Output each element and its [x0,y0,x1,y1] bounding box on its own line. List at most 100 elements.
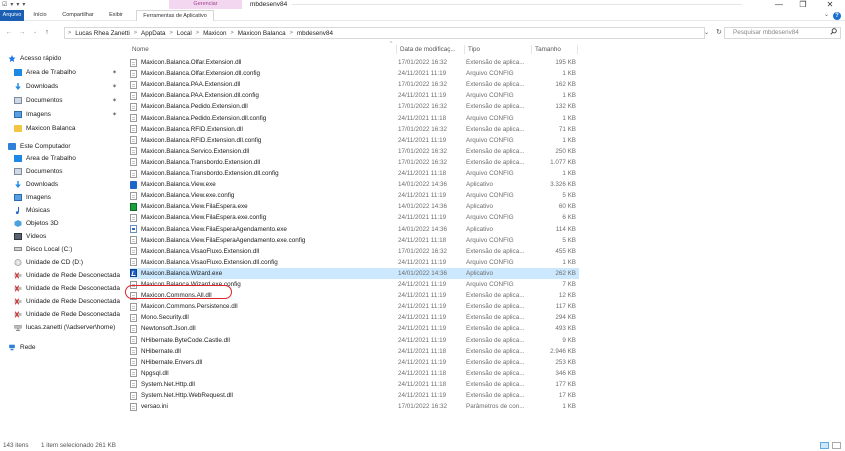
nav-item-videos[interactable]: Vídeos [14,230,122,242]
breadcrumb-item[interactable]: Local [174,30,195,37]
nav-este-computador[interactable]: Este Computador [8,140,122,152]
file-row[interactable]: Mono.Security.dll 24/11/2021 11:19 Extensã… [130,312,579,323]
file-row[interactable]: Maxicon.Balanca.Wizard.exe 14/01/2022 14:… [130,267,579,279]
nav-item-rede-desconectada-2[interactable]: Unidade de Rede Desconectada [14,282,122,294]
file-row[interactable]: Maxicon.Balanca.Wizard.exe.config 24/11/2… [130,279,579,290]
tab-inicio[interactable]: Início [30,10,50,21]
file-row[interactable]: Maxicon.Balanca.VisaoFluxo.Extension.dll… [130,257,579,268]
file-row[interactable]: Maxicon.Balanca.VisaoFluxo.Extension.dll… [130,246,579,257]
tab-ferramentas-aplicativo[interactable]: Ferramentas de Aplicativo [136,10,214,21]
nav-item-lucas-zanetti-home[interactable]: lucas.zanetti (\\adserver\home) [14,321,122,333]
nav-item-area-de-trabalho[interactable]: Área de Trabalho ✶ [14,66,122,78]
file-row[interactable]: Newtonsoft.Json.dll 24/11/2021 11:19 Exten… [130,323,579,334]
file-row[interactable]: Maxicon.Balanca.PAA.Extension.dll 17/01/2… [130,79,579,90]
nav-item-disco-local[interactable]: Disco Local (C:) [14,243,122,255]
forward-button[interactable]: → [17,26,27,40]
nav-item-rede-desconectada-1[interactable]: Unidade de Rede Desconectada [14,269,122,281]
address-dropdown-icon[interactable]: ⌄ [704,27,709,39]
nav-item-rede-desconectada-3[interactable]: Unidade de Rede Desconectada [14,295,122,307]
file-row[interactable]: Maxicon.Balanca.PAA.Extension.dll.config… [130,90,579,101]
file-row[interactable]: Maxicon.Balanca.View.FilaEsperaAgendamen… [130,235,579,246]
file-row[interactable]: NHibernate.dll 24/11/2021 11:18 Extensão d… [130,346,579,357]
file-type: Parâmetros de con... [466,403,525,411]
pin-icon[interactable]: ✶ [112,97,117,104]
nav-item-objetos-3d[interactable]: Objetos 3D [14,217,122,229]
file-row[interactable]: Maxicon.Balanca.Olfar.Extension.dll 17/01… [130,57,579,68]
file-row[interactable]: Maxicon.Commons.Persistence.dll 24/11/202… [130,301,579,312]
file-row[interactable]: Maxicon.Balanca.View.FilaEspera.exe 14/01… [130,201,579,212]
nav-item-musicas[interactable]: Músicas [14,204,122,216]
nav-rede[interactable]: Rede [8,341,122,353]
pin-icon[interactable]: ✶ [112,69,117,76]
chevron-down-icon[interactable]: ▾ [16,1,19,8]
nav-item-downloads[interactable]: Downloads [14,178,122,190]
search-icon[interactable] [830,28,837,39]
file-row[interactable]: Maxicon.Balanca.Olfar.Extension.dll.conf… [130,68,579,79]
file-row[interactable]: System.Net.Http.dll 24/11/2021 11:18 Exten… [130,379,579,390]
refresh-icon[interactable]: ↻ [716,27,722,39]
pin-icon[interactable]: ✶ [112,83,117,90]
file-row[interactable]: Maxicon.Balanca.Pedido.Extension.dll.con… [130,113,579,124]
network-drive-disconnected-icon [14,297,22,305]
nav-item-downloads[interactable]: Downloads ✶ [14,80,122,92]
drive-icon [14,247,22,251]
nav-quick-access[interactable]: Acesso rápido [8,52,122,64]
nav-item-documentos[interactable]: Documentos [14,165,122,177]
column-header-size[interactable]: Tamanho [533,44,577,55]
file-row[interactable]: Maxicon.Balanca.Transbordo.Extension.dll… [130,157,579,168]
file-row[interactable]: Maxicon.Balanca.Servico.Extension.dll 17/… [130,146,579,157]
ribbon-expand-icon[interactable]: ⌄ [824,11,829,18]
file-row[interactable]: NHibernate.ByteCode.Castle.dll 24/11/2021… [130,335,579,346]
file-date: 24/11/2021 11:19 [398,192,447,200]
back-button[interactable]: ← [4,26,14,40]
nav-item-rede-desconectada-4[interactable]: Unidade de Rede Desconectada [14,308,122,320]
help-icon[interactable]: ? [833,12,841,20]
file-row[interactable]: Maxicon.Balanca.View.exe.config 24/11/202… [130,190,579,201]
breadcrumb-current[interactable]: mbdesenv84 [294,30,336,37]
tab-compartilhar[interactable]: Compartilhar [57,10,99,21]
large-icons-view-icon[interactable] [832,442,841,449]
file-row[interactable]: Maxicon.Balanca.View.exe 14/01/2022 14:36… [130,179,579,190]
file-row[interactable]: Npgsql.dll 24/11/2021 11:18 Extensão de ap… [130,368,579,379]
column-divider[interactable] [396,45,397,54]
file-icon [130,247,137,256]
nav-item-maxicon-balanca[interactable]: Maxicon Balanca [14,122,122,134]
recent-locations-button[interactable]: ⌄ [30,26,40,40]
breadcrumb-item[interactable]: Lucas Rhea Zanetti [72,30,133,37]
column-divider[interactable] [531,45,532,54]
tab-arquivo[interactable]: Arquivo [0,10,24,21]
breadcrumb-item[interactable]: Maxicon Balanca [235,30,289,37]
breadcrumb-item[interactable]: Maxicon [200,30,229,37]
nav-item-area-de-trabalho[interactable]: Área de Trabalho [14,152,122,164]
details-view-icon[interactable] [820,442,829,449]
search-input[interactable]: Pesquisar mbdesenv84 [724,27,841,39]
column-divider[interactable] [577,45,578,54]
file-row[interactable]: Maxicon.Balanca.Pedido.Extension.dll 17/0… [130,101,579,112]
column-header-date[interactable]: Data de modificaç... [398,44,464,55]
file-row[interactable]: Maxicon.Commons.All.dll 24/11/2021 11:19 E… [130,290,579,301]
file-row[interactable]: Maxicon.Balanca.RFID.Extension.dll.confi… [130,135,579,146]
file-row[interactable]: Maxicon.Balanca.View.FilaEsperaAgendamen… [130,224,579,235]
chevron-down-icon[interactable]: ▾ [10,1,13,8]
nav-item-unidade-cd[interactable]: Unidade de CD (D:) [14,256,122,268]
column-header-name[interactable]: Nome [130,44,395,55]
pin-icon[interactable]: ✶ [112,111,117,118]
column-divider[interactable] [464,45,465,54]
up-button[interactable]: ↑ [42,26,52,40]
nav-item-documentos[interactable]: Documentos ✶ [14,94,122,106]
breadcrumb-item[interactable]: AppData [138,30,169,37]
file-name-cell: Maxicon.Balanca.PAA.Extension.dll.config [130,90,395,101]
file-row[interactable]: versao.ini 17/01/2022 16:32 Parâmetros de … [130,401,579,412]
tab-exibir[interactable]: Exibir [105,10,127,21]
address-bar[interactable]: > Lucas Rhea Zanetti > AppData > Local >… [64,27,705,39]
nav-item-imagens[interactable]: Imagens ✶ [14,108,122,120]
column-header-type[interactable]: Tipo [466,44,532,55]
file-row[interactable]: NHibernate.Envers.dll 24/11/2021 11:19 Ext… [130,357,579,368]
file-row[interactable]: Maxicon.Balanca.Transbordo.Extension.dll… [130,168,579,179]
properties-icon[interactable]: ☑ [2,1,7,8]
file-row[interactable]: Maxicon.Balanca.RFID.Extension.dll 17/01/… [130,124,579,135]
file-row[interactable]: System.Net.Http.WebRequest.dll 24/11/2021… [130,390,579,401]
file-row[interactable]: Maxicon.Balanca.View.FilaEspera.exe.conf… [130,212,579,223]
nav-item-imagens[interactable]: Imagens [14,191,122,203]
customize-toolbar-icon[interactable]: ▾ [22,1,25,8]
